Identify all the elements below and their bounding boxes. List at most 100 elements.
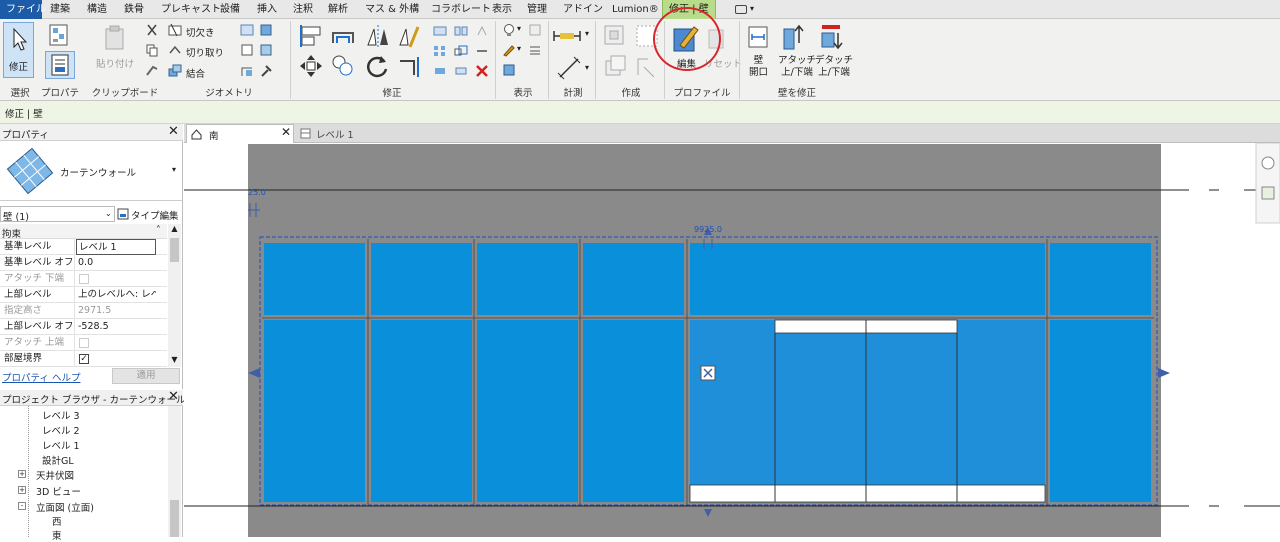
apply-button[interactable]: 適用 xyxy=(112,368,180,384)
tab-annotate[interactable]: 注釈 xyxy=(293,0,313,19)
move-icon[interactable] xyxy=(298,53,324,79)
create-assembly-icon[interactable] xyxy=(602,53,628,79)
base-offset-field[interactable]: 0.0 xyxy=(76,255,156,271)
view-tab-south[interactable]: 南 ✕ xyxy=(186,124,294,143)
edit-type-button[interactable]: タイプ編集 xyxy=(117,206,181,222)
cut-geometry-label[interactable]: 切欠き xyxy=(186,25,215,39)
tab-precast[interactable]: プレキャスト xyxy=(161,0,221,19)
tree-item-level-3[interactable]: レベル 3 xyxy=(42,408,80,422)
align-icon[interactable] xyxy=(298,23,324,49)
array-icon[interactable] xyxy=(433,45,447,57)
constraints-section[interactable]: 拘束 ˄ xyxy=(0,224,167,240)
tree-item-3d-views[interactable]: 3D ビュー xyxy=(36,484,81,498)
hammer-icon[interactable] xyxy=(259,64,273,78)
create-parts-icon[interactable] xyxy=(602,23,628,49)
aligned-dimension-icon[interactable] xyxy=(556,55,582,81)
type-selector[interactable]: カーテンウォール ▾ xyxy=(0,141,183,201)
mirror-axis-icon[interactable] xyxy=(364,23,390,49)
tab-file[interactable]: ファイル xyxy=(0,0,46,19)
tree-item-west[interactable]: 西 xyxy=(52,514,62,528)
chevron-down-icon[interactable]: ⌄ xyxy=(105,209,112,218)
top-offset-field[interactable]: -528.5 xyxy=(76,319,156,335)
collapse-tree-icon[interactable]: - xyxy=(18,502,26,510)
demolish-icon[interactable] xyxy=(240,64,254,78)
pencil-override-icon[interactable] xyxy=(502,43,516,57)
wall-joins-icon[interactable] xyxy=(240,43,254,57)
trim-extend-icon[interactable] xyxy=(396,53,422,79)
paint-icon[interactable] xyxy=(259,23,273,37)
tab-insert[interactable]: 挿入 xyxy=(257,0,277,19)
type-properties-icon[interactable] xyxy=(47,23,73,49)
instance-filter-dropdown[interactable]: 壁 (1) ⌄ xyxy=(0,206,115,223)
attach-top-base-icon[interactable] xyxy=(780,23,806,51)
mirror-draw-icon[interactable] xyxy=(396,23,422,49)
tab-architecture[interactable]: 建築 xyxy=(50,0,70,19)
tree-item-design-gl[interactable]: 設計GL xyxy=(42,453,74,467)
zoom-nav-icon[interactable] xyxy=(1262,185,1274,199)
paste-icon[interactable] xyxy=(103,25,127,51)
attach-top-base-label[interactable]: アタッチ 上/下端 xyxy=(778,55,816,79)
panel-toggle-icon[interactable] xyxy=(735,5,747,14)
chevron-down-icon[interactable]: ▾ xyxy=(585,63,589,72)
collapse-icon[interactable]: ˄ xyxy=(156,225,161,236)
scroll-down-icon[interactable]: ▼ xyxy=(168,355,181,367)
properties-palette-button[interactable] xyxy=(45,51,75,79)
drawing-canvas[interactable]: 25.0 9925.0 xyxy=(184,143,1280,537)
tab-steel[interactable]: 鉄骨 xyxy=(124,0,144,19)
chevron-down-icon[interactable]: ▾ xyxy=(517,44,521,53)
split-gap-icon[interactable] xyxy=(454,25,468,37)
close-icon[interactable]: ✕ xyxy=(168,389,179,404)
tree-item-ceiling-plans[interactable]: 天井伏図 xyxy=(36,468,74,482)
scroll-thumb[interactable] xyxy=(170,238,179,262)
split-face-icon[interactable] xyxy=(240,23,254,37)
group-select-label[interactable]: 選択 xyxy=(2,87,38,101)
join-geometry-label[interactable]: 結合 xyxy=(186,66,205,80)
top-constraint-field[interactable]: 上のレベルへ: レベ... xyxy=(76,287,156,303)
view-tab-level-1[interactable]: レベル 1 xyxy=(296,124,396,143)
trim-geometry-label[interactable]: 切り取り xyxy=(186,45,224,59)
tab-manage[interactable]: 管理 xyxy=(527,0,547,19)
group-measure-label[interactable]: 計測 xyxy=(550,87,596,101)
tab-massing[interactable]: マス & 外構 xyxy=(365,0,419,19)
close-icon[interactable]: ✕ xyxy=(281,125,291,139)
room-bounding-checkbox[interactable]: ✓ xyxy=(79,354,89,364)
select-box-icon[interactable] xyxy=(502,63,516,77)
close-icon[interactable]: ✕ xyxy=(168,124,179,139)
wall-opening-icon[interactable] xyxy=(746,23,770,51)
tree-item-east[interactable]: 東 xyxy=(52,528,62,542)
tab-addins[interactable]: アドイン xyxy=(563,0,603,19)
create-similar-icon[interactable] xyxy=(634,53,660,79)
cut-geometry-icon[interactable] xyxy=(168,23,182,37)
rotate-icon[interactable] xyxy=(364,53,390,79)
unpin-gray-icon[interactable] xyxy=(475,45,489,57)
unpin-icon[interactable] xyxy=(454,65,468,77)
base-level-field[interactable]: レベル 1 xyxy=(76,239,156,255)
scale-icon[interactable] xyxy=(454,45,468,57)
detach-top-base-label[interactable]: デタッチ 上/下端 xyxy=(815,55,853,79)
tree-item-level-2[interactable]: レベル 2 xyxy=(42,423,80,437)
offset-icon[interactable] xyxy=(330,23,356,49)
linework-icon[interactable] xyxy=(528,43,542,57)
tree-item-level-1[interactable]: レベル 1 xyxy=(42,438,80,452)
lightbulb-icon[interactable] xyxy=(502,23,516,37)
chevron-down-icon[interactable]: ▾ xyxy=(585,29,589,38)
detach-top-base-icon[interactable] xyxy=(818,23,844,51)
pin-icon[interactable] xyxy=(433,65,447,77)
split-element-icon[interactable] xyxy=(433,25,447,37)
browser-scrollbar[interactable] xyxy=(168,406,181,537)
scroll-up-icon[interactable]: ▲ xyxy=(168,224,181,236)
tab-structure[interactable]: 構造 xyxy=(87,0,107,19)
copy-icon[interactable] xyxy=(145,43,159,57)
tree-item-elevations[interactable]: 立面図 (立面) xyxy=(36,500,94,514)
group-properties-label[interactable]: プロパティ xyxy=(38,87,82,113)
properties-help-link[interactable]: プロパティ ヘルプ xyxy=(2,370,80,384)
tab-collaborate[interactable]: コラボレート xyxy=(431,0,491,19)
match-properties-icon[interactable] xyxy=(145,63,159,77)
copy-element-icon[interactable] xyxy=(330,53,356,79)
trim-geometry-icon[interactable] xyxy=(168,43,182,57)
modify-tool-button[interactable]: 修正 xyxy=(3,22,34,78)
chevron-down-icon[interactable]: ▾ xyxy=(517,24,521,33)
scroll-thumb[interactable] xyxy=(170,500,179,537)
tab-analyze[interactable]: 解析 xyxy=(328,0,348,19)
join-geometry-icon[interactable] xyxy=(168,64,182,78)
